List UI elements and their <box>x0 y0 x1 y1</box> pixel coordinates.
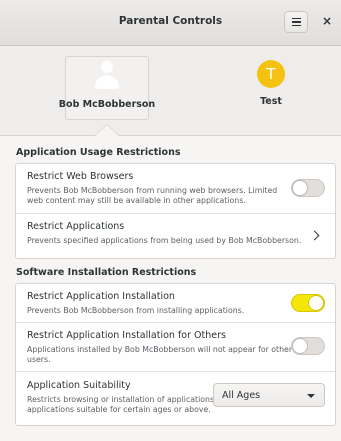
usage-section-title: Application Usage Restrictions <box>16 147 181 158</box>
user-switcher: Bob McBobberson T Test <box>0 46 341 136</box>
restrict-app-install-others-switch[interactable] <box>291 337 325 355</box>
row-subtitle: Restricts browsing or installation of ap… <box>27 395 225 414</box>
row-title: Restrict Applications <box>27 221 125 232</box>
person-icon <box>94 61 120 91</box>
suitability-select[interactable]: All Ages <box>213 383 325 407</box>
hamburger-menu-icon <box>291 17 301 20</box>
close-button[interactable]: × <box>320 14 334 28</box>
install-restrictions-list: Restrict Application Installation Preven… <box>15 283 336 426</box>
avatar: T <box>257 60 285 88</box>
header-bar: Parental Controls × <box>0 0 341 46</box>
row-subtitle: Applications installed by Bob McBobberso… <box>27 345 293 364</box>
row-subtitle: Prevents Bob McBobberson from installing… <box>27 306 245 315</box>
row-subtitle: Prevents specified applications from bei… <box>27 236 302 245</box>
row-title: Application Suitability <box>27 380 131 391</box>
main-menu-button[interactable] <box>284 11 308 33</box>
restrict-web-browsers-switch[interactable] <box>291 179 325 197</box>
row-application-suitability: Application Suitability Restricts browsi… <box>16 372 335 425</box>
parental-controls-window: Parental Controls × Bob McBobberson T Te… <box>0 0 341 441</box>
row-title: Restrict Web Browsers <box>27 171 134 182</box>
row-restrict-applications[interactable]: Restrict Applications Prevents specified… <box>16 214 335 258</box>
row-restrict-app-install[interactable]: Restrict Application Installation Preven… <box>16 284 335 323</box>
row-title: Restrict Application Installation for Ot… <box>27 330 226 341</box>
user-tile-bob[interactable]: Bob McBobberson <box>59 56 155 120</box>
select-value: All Ages <box>222 390 261 401</box>
user-name: Bob McBobberson <box>58 99 156 110</box>
restrict-app-install-switch[interactable] <box>291 294 325 312</box>
row-subtitle: Prevents Bob McBobberson from running we… <box>27 186 278 205</box>
install-section-title: Software Installation Restrictions <box>16 267 197 278</box>
row-restrict-web-browsers[interactable]: Restrict Web Browsers Prevents Bob McBob… <box>16 164 335 214</box>
user-name: Test <box>260 96 282 107</box>
row-title: Restrict Application Installation <box>27 291 175 302</box>
row-restrict-app-install-others[interactable]: Restrict Application Installation for Ot… <box>16 323 335 372</box>
chevron-down-icon <box>307 394 315 398</box>
user-tile-test[interactable]: T Test <box>229 56 313 120</box>
usage-restrictions-list: Restrict Web Browsers Prevents Bob McBob… <box>15 163 336 259</box>
